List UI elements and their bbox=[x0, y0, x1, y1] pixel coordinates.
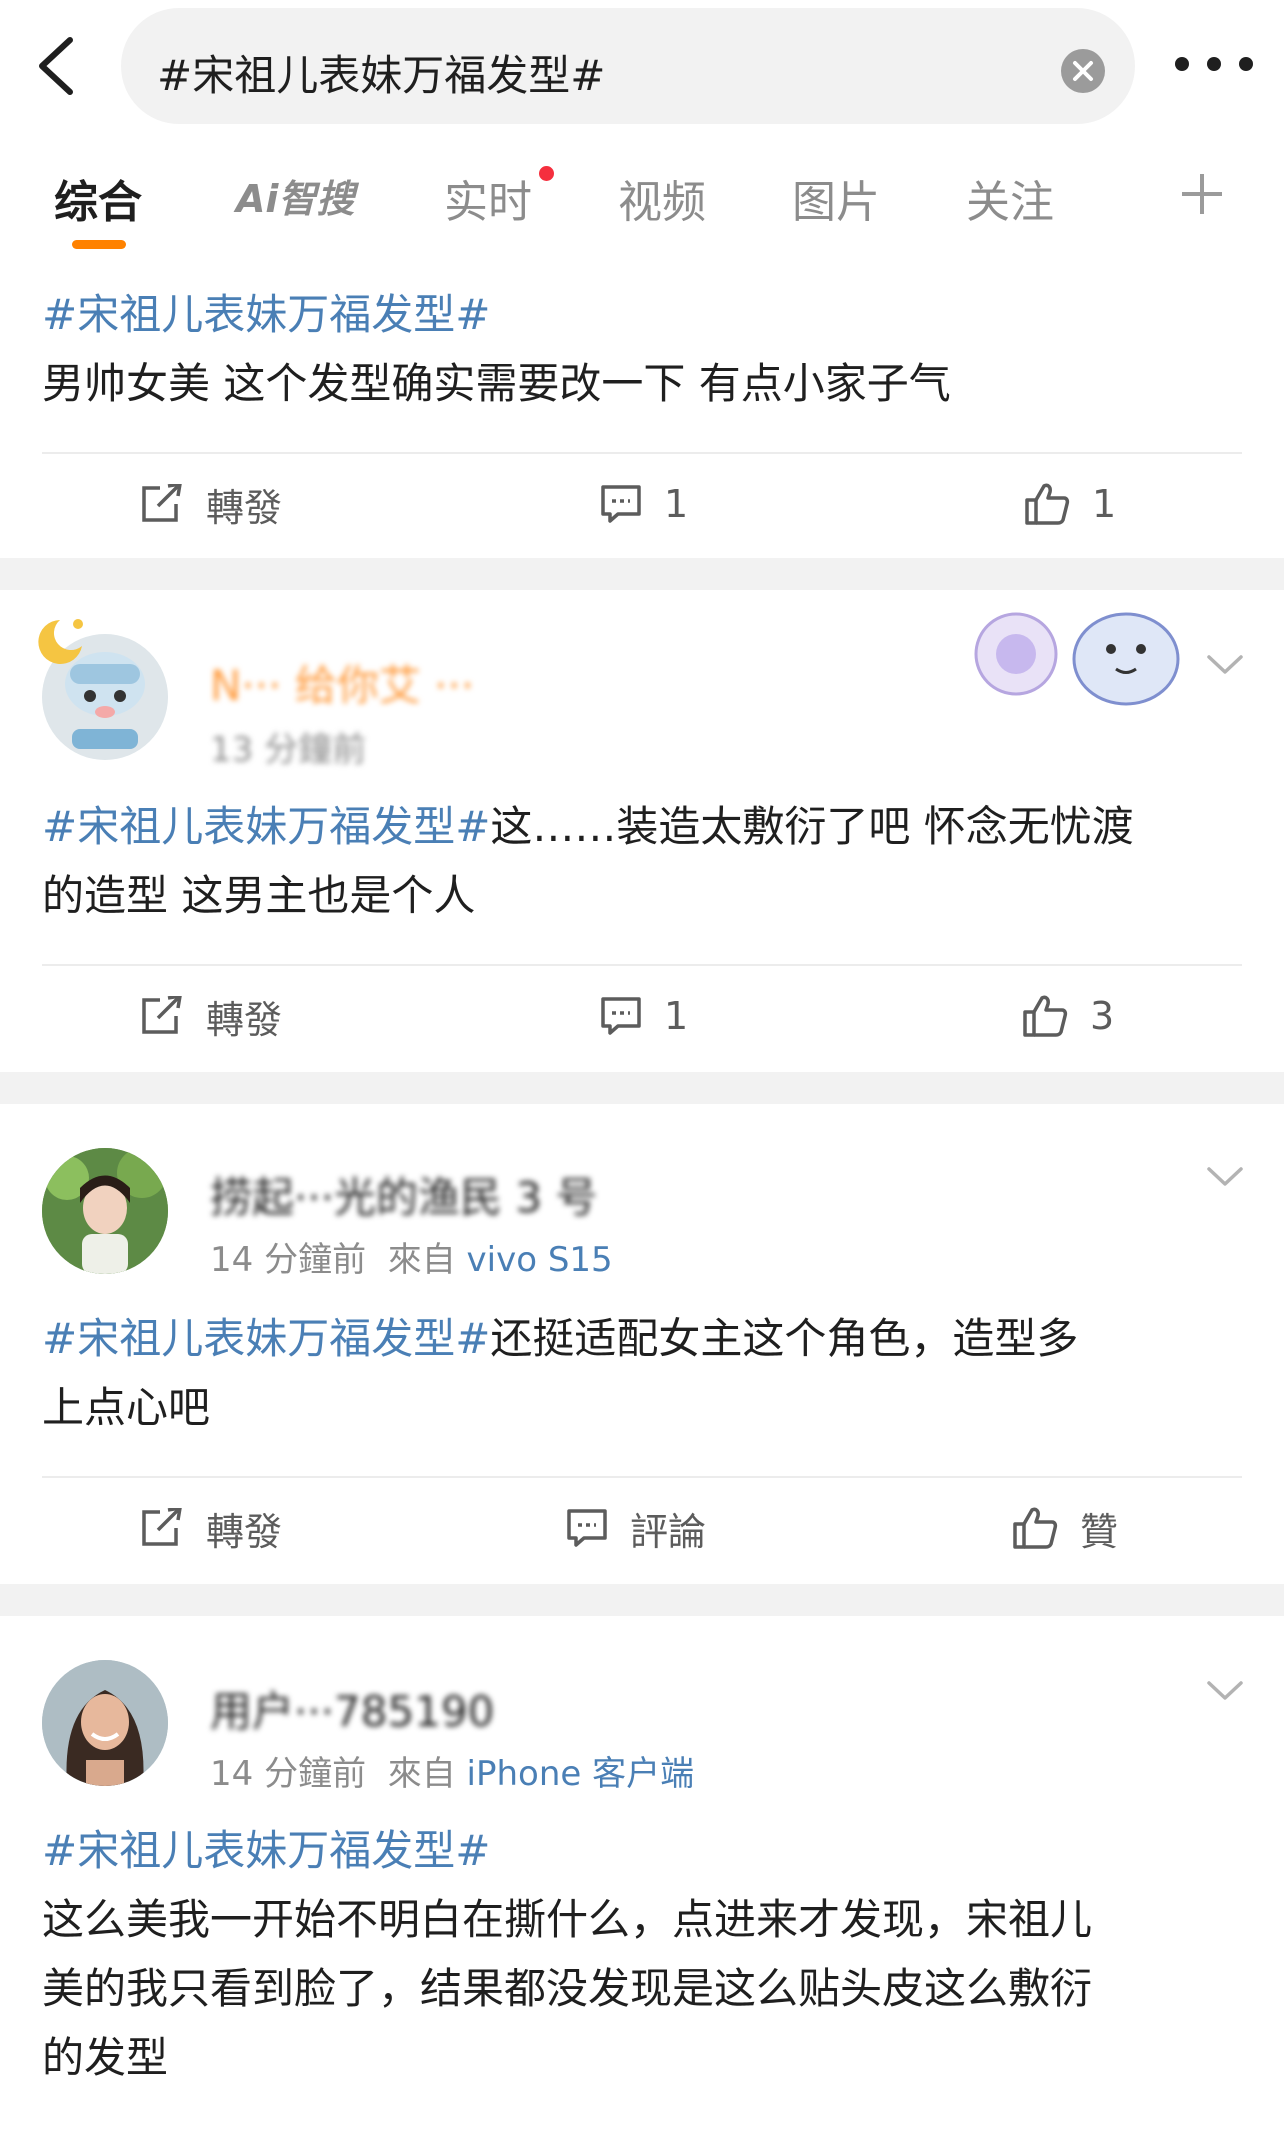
post-body-line: 这么美我一开始不明白在撕什么，点进来才发现，宋祖儿 bbox=[42, 1895, 1093, 1944]
like-icon bbox=[1013, 1507, 1058, 1549]
back-icon[interactable] bbox=[34, 36, 78, 96]
avatar-image bbox=[42, 1660, 168, 1786]
repost-icon bbox=[142, 484, 182, 522]
post-text: #宋祖儿表妹万福发型#还挺适配女主这个角色，造型多 上点心吧 bbox=[42, 1304, 1252, 1442]
source-link[interactable]: iPhone 客户端 bbox=[467, 1754, 695, 1794]
comment-label: 評論 bbox=[630, 1509, 707, 1554]
like-icon bbox=[1023, 995, 1068, 1037]
username[interactable]: 捞起···光的渔民 3 号 bbox=[210, 1164, 597, 1225]
divider bbox=[42, 1476, 1242, 1478]
post-body-line: 的造型 这男主也是个人 bbox=[42, 871, 476, 920]
tab-bar: 综合 Ai智搜 实时 视频 图片 关注 bbox=[0, 150, 1284, 260]
source-prefix: 來自 bbox=[387, 1754, 456, 1794]
source-prefix: 來自 bbox=[387, 1240, 456, 1280]
comment-button[interactable]: 評論 bbox=[566, 1498, 706, 1558]
repost-button[interactable]: 轉發 bbox=[140, 1498, 282, 1558]
chevron-down-icon[interactable] bbox=[1206, 1166, 1244, 1188]
repost-button[interactable]: 轉發 bbox=[140, 986, 282, 1046]
comment-button[interactable]: 1 bbox=[600, 474, 688, 534]
divider bbox=[42, 452, 1242, 454]
post-time: 14 分鐘前 bbox=[210, 1240, 367, 1280]
comment-count: 1 bbox=[664, 482, 689, 526]
post-text: #宋祖儿表妹万福发型# 这么美我一开始不明白在撕什么，点进来才发现，宋祖儿 美的… bbox=[42, 1816, 1252, 2092]
add-tab-icon[interactable] bbox=[1180, 172, 1224, 216]
section-gap bbox=[0, 1072, 1284, 1104]
comment-button[interactable]: 1 bbox=[600, 986, 688, 1046]
repost-label: 轉發 bbox=[206, 997, 283, 1042]
post-meta: 14 分鐘前 來自 vivo S15 bbox=[210, 1232, 613, 1281]
section-gap bbox=[0, 558, 1284, 590]
repost-icon bbox=[142, 1508, 182, 1546]
post-body-line: 还挺适配女主这个角色，造型多 bbox=[490, 1314, 1079, 1363]
like-button[interactable]: 贊 bbox=[1012, 1498, 1118, 1558]
tab-realtime[interactable]: 实时 bbox=[444, 166, 532, 230]
active-tab-indicator bbox=[72, 240, 126, 249]
post-time: 13 分鐘前 bbox=[210, 730, 367, 770]
clear-icon[interactable] bbox=[1061, 49, 1105, 93]
like-label: 贊 bbox=[1080, 1509, 1119, 1554]
avatar-image bbox=[42, 1148, 168, 1274]
post-text: #宋祖儿表妹万福发型#这……装造太敷衍了吧 怀念无忧渡 的造型 这男主也是个人 bbox=[42, 792, 1252, 930]
tab-following[interactable]: 关注 bbox=[966, 166, 1054, 230]
post-body-line: 的发型 bbox=[42, 2033, 169, 2082]
decoration-sticker-icon bbox=[974, 612, 1180, 706]
topic-link[interactable]: #宋祖儿表妹万福发型# bbox=[42, 290, 490, 339]
post-body: 男帅女美 这个发型确实需要改一下 有点小家子气 bbox=[42, 359, 951, 408]
chevron-down-icon[interactable] bbox=[1206, 1680, 1244, 1702]
post-body-line: 美的我只看到脸了，结果都没发现是这么贴头皮这么敷衍 bbox=[42, 1964, 1093, 2013]
comment-icon bbox=[567, 1509, 607, 1547]
post-body-line: 这……装造太敷衍了吧 怀念无忧渡 bbox=[490, 802, 1134, 851]
post-text: #宋祖儿表妹万福发型# 男帅女美 这个发型确实需要改一下 有点小家子气 bbox=[42, 280, 1252, 418]
repost-label: 轉發 bbox=[206, 1509, 283, 1554]
like-button[interactable]: 3 bbox=[1022, 986, 1114, 1046]
post-body-line: 上点心吧 bbox=[42, 1383, 211, 1432]
repost-button[interactable]: 轉發 bbox=[140, 474, 282, 534]
topic-link[interactable]: #宋祖儿表妹万福发型# bbox=[42, 802, 490, 851]
section-gap bbox=[0, 1584, 1284, 1616]
avatar[interactable] bbox=[42, 1660, 168, 1786]
search-input[interactable]: #宋祖儿表妹万福发型# bbox=[121, 8, 1135, 124]
moon-badge-icon bbox=[38, 619, 83, 664]
notification-dot bbox=[539, 166, 554, 181]
like-count: 3 bbox=[1090, 994, 1115, 1038]
tab-ai-search[interactable]: Ai智搜 bbox=[236, 168, 354, 223]
comment-count: 1 bbox=[664, 994, 689, 1038]
topic-link[interactable]: #宋祖儿表妹万福发型# bbox=[42, 1314, 490, 1363]
username[interactable]: N··· 给你艾 ··· bbox=[210, 652, 474, 713]
comment-icon bbox=[601, 997, 641, 1035]
search-query: #宋祖儿表妹万福发型# bbox=[157, 51, 606, 100]
username[interactable]: 用户···785190 bbox=[210, 1678, 494, 1739]
tab-video[interactable]: 视频 bbox=[618, 166, 706, 230]
like-icon bbox=[1025, 483, 1070, 525]
comment-icon bbox=[601, 485, 641, 523]
repost-label: 轉發 bbox=[206, 485, 283, 530]
tab-pictures[interactable]: 图片 bbox=[792, 166, 880, 230]
more-icon[interactable] bbox=[1172, 44, 1256, 84]
source-link[interactable]: vivo S15 bbox=[467, 1240, 613, 1280]
chevron-down-icon[interactable] bbox=[1206, 654, 1244, 676]
tab-comprehensive[interactable]: 综合 bbox=[54, 166, 142, 230]
like-button[interactable]: 1 bbox=[1024, 474, 1116, 534]
repost-icon bbox=[142, 996, 182, 1034]
post-meta: 14 分鐘前 來自 iPhone 客户端 bbox=[210, 1746, 694, 1795]
search-header: #宋祖儿表妹万福发型# bbox=[0, 0, 1284, 128]
topic-link[interactable]: #宋祖儿表妹万福发型# bbox=[42, 1826, 490, 1875]
avatar[interactable] bbox=[42, 1148, 168, 1274]
like-count: 1 bbox=[1092, 482, 1117, 526]
post-time: 14 分鐘前 bbox=[210, 1754, 367, 1794]
divider bbox=[42, 964, 1242, 966]
